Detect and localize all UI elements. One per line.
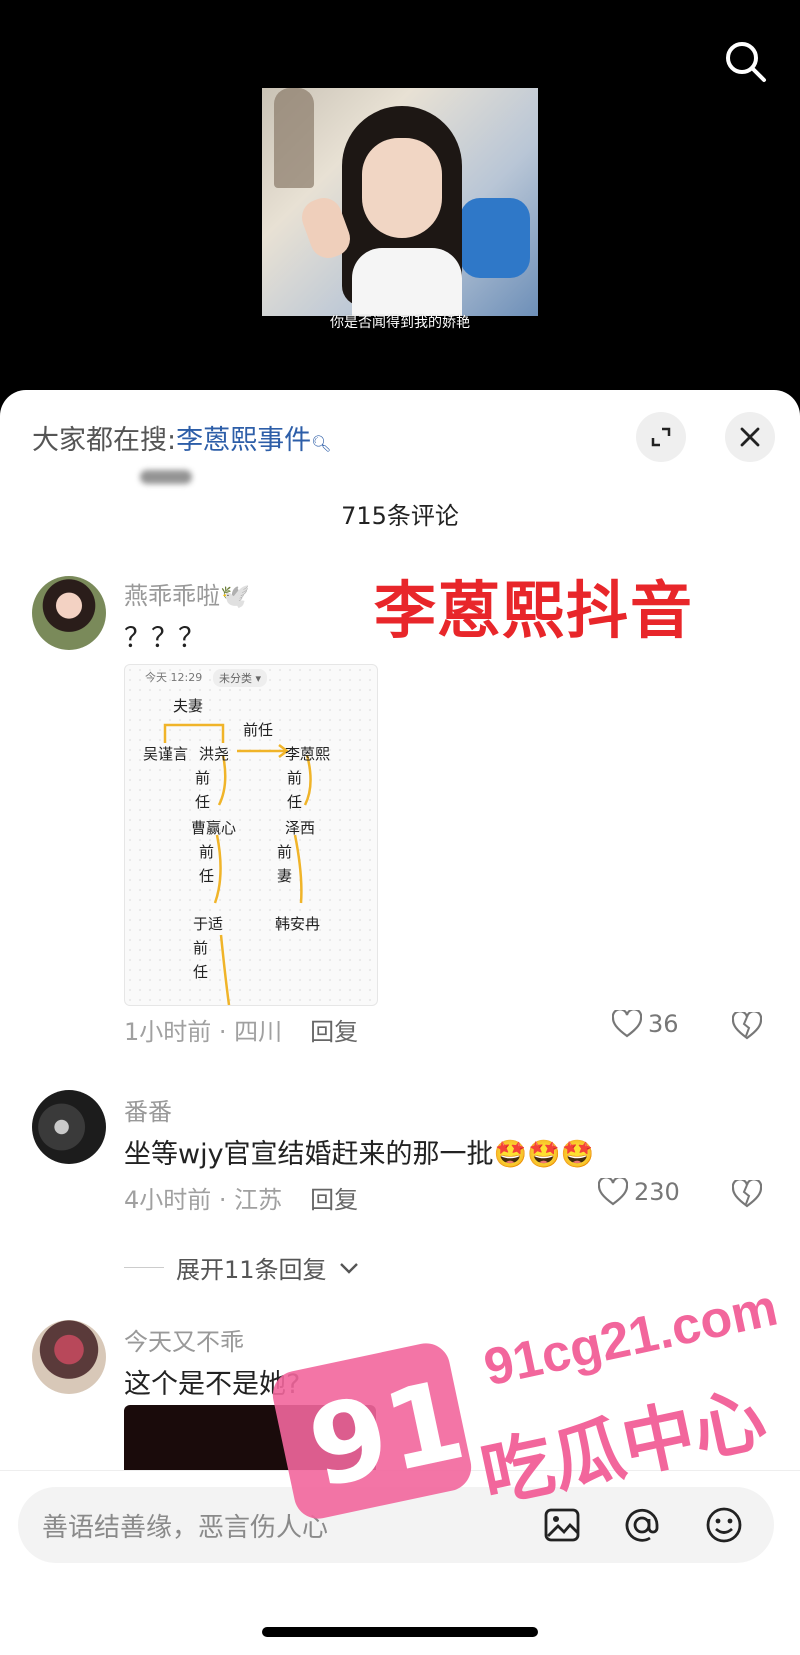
broken-heart-icon xyxy=(731,1010,763,1040)
comment-text: ？？？ xyxy=(124,623,205,654)
comment-image[interactable] xyxy=(124,1405,376,1475)
search-icon[interactable] xyxy=(722,38,770,86)
like-button[interactable]: 36 xyxy=(612,1010,679,1038)
video-frame-image xyxy=(262,88,538,316)
comment-count: 715条评论 xyxy=(341,502,459,530)
video-player[interactable]: 你是否闻得到我的娇艳 xyxy=(0,0,800,400)
hot-search-keyword[interactable]: 李蒽熙事件 xyxy=(176,425,311,456)
comment-username[interactable]: 今天又不乖 xyxy=(124,1322,244,1357)
expand-button[interactable] xyxy=(636,412,686,462)
hot-search-prefix: 大家都在搜: xyxy=(32,425,177,456)
reply-button[interactable]: 回复 xyxy=(310,1018,358,1046)
heart-icon xyxy=(598,1178,628,1206)
dislike-button[interactable] xyxy=(731,1010,763,1044)
comment-input[interactable]: 善语结善缘，恶言伤人心 xyxy=(18,1487,774,1563)
expand-replies-label: 展开11条回复 xyxy=(176,1256,327,1284)
emoji-icon[interactable] xyxy=(704,1505,744,1545)
comment-text: 坐等wjy官宣结婚赶来的那一批🤩🤩🤩 xyxy=(124,1139,595,1170)
small-search-icon: 🔍︎ xyxy=(311,434,332,453)
like-button[interactable]: 230 xyxy=(598,1178,680,1206)
expand-replies-button[interactable]: 展开11条回复 xyxy=(124,1250,359,1285)
avatar[interactable] xyxy=(32,1090,106,1164)
close-button[interactable] xyxy=(725,412,775,462)
like-count: 36 xyxy=(648,1010,679,1038)
blurred-mark xyxy=(140,470,192,484)
broken-heart-icon xyxy=(731,1178,763,1208)
input-placeholder: 善语结善缘，恶言伤人心 xyxy=(42,1513,329,1543)
comment-time-location: 1小时前 · 四川 xyxy=(124,1018,283,1046)
divider xyxy=(124,1267,164,1268)
home-indicator[interactable] xyxy=(262,1627,538,1637)
like-count: 230 xyxy=(634,1178,680,1206)
comment-username[interactable]: 番番 xyxy=(124,1092,172,1127)
comment-image[interactable]: 今天 12:29 未分类 ▾ 夫妻 前任 吴谨言 洪尧 李蒽熙 前 任 前 任 … xyxy=(124,664,378,1006)
expand-icon xyxy=(651,427,671,447)
comment-meta: 4小时前 · 江苏 回复 xyxy=(124,1180,358,1215)
comment-input-bar: 善语结善缘，恶言伤人心 xyxy=(0,1470,800,1655)
video-caption: 你是否闻得到我的娇艳 xyxy=(330,315,470,331)
close-icon xyxy=(740,427,760,447)
mention-icon[interactable] xyxy=(622,1505,662,1545)
avatar[interactable] xyxy=(32,1320,106,1394)
overlay-title: 李蒽熙抖音 xyxy=(374,574,695,647)
note-arrows xyxy=(163,723,312,1005)
dislike-button[interactable] xyxy=(731,1178,763,1212)
avatar[interactable] xyxy=(32,576,106,650)
comment-text: 这个是不是她? xyxy=(124,1369,301,1400)
hot-search[interactable]: 大家都在搜:李蒽熙事件🔍︎ xyxy=(32,418,331,457)
comment-time-location: 4小时前 · 江苏 xyxy=(124,1186,283,1214)
reply-button[interactable]: 回复 xyxy=(310,1186,358,1214)
comment-username[interactable]: 燕乖乖啦🕊️ xyxy=(124,576,250,611)
image-icon[interactable] xyxy=(542,1505,582,1545)
comment-meta: 1小时前 · 四川 回复 xyxy=(124,1012,358,1047)
heart-icon xyxy=(612,1010,642,1038)
chevron-down-icon xyxy=(339,1262,358,1274)
